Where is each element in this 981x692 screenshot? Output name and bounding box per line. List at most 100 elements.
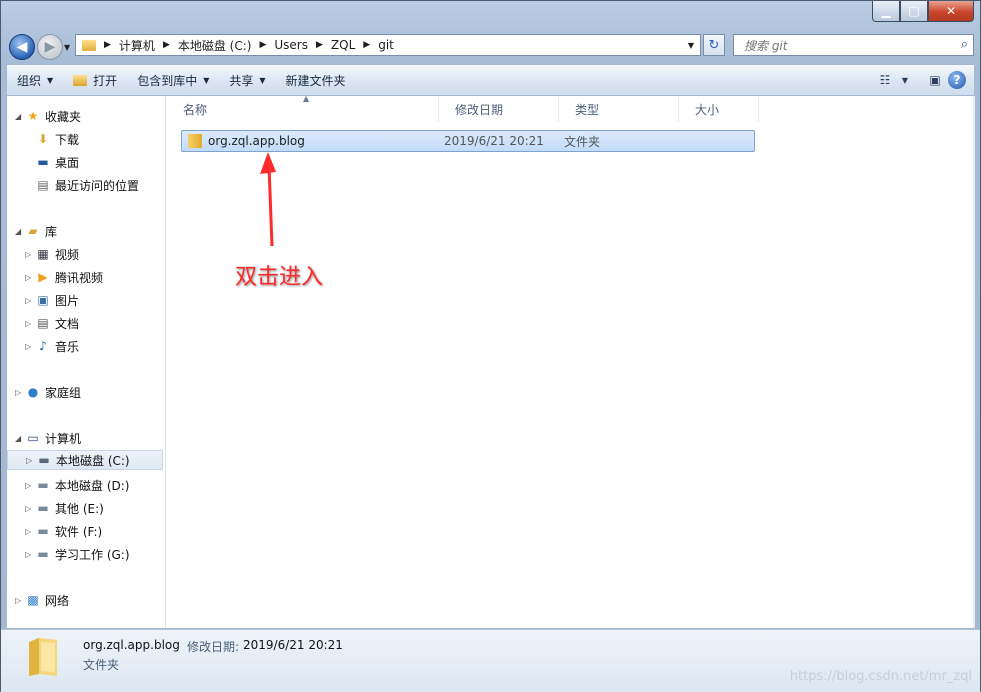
refresh-button[interactable]: ↻ [703,34,725,56]
nav-item-drive-d[interactable]: ▷ ▬ 本地磁盘 (D:) [25,475,129,495]
nav-item-drive-g[interactable]: ▷ ▬ 学习工作 (G:) [25,544,130,564]
downloads-icon: ⬇ [37,132,49,146]
view-dropdown-chevron-icon[interactable]: ▼ [898,68,912,92]
maximize-button[interactable]: □ [900,1,928,22]
annotation-arrow-shaft [267,165,274,247]
nav-item-recent-places[interactable]: ▤ 最近访问的位置 [35,175,139,195]
file-name: org.zql.app.blog [208,134,305,148]
chevron-right-icon[interactable]: ▶ [104,40,111,50]
expand-triangle-icon[interactable]: ▷ [25,296,35,305]
chevron-right-icon[interactable]: ▶ [316,40,323,50]
minimize-button[interactable]: ▁ [872,1,900,22]
file-row[interactable]: org.zql.app.blog 2019/6/21 20:21 文件夹 [181,130,755,152]
chevron-right-icon[interactable]: ▶ [363,40,370,50]
nav-item-downloads[interactable]: ⬇ 下载 [35,129,79,149]
expand-triangle-icon[interactable]: ▷ [26,456,36,465]
organize-menu[interactable]: 组织 ▼ [7,68,63,92]
include-in-library-menu[interactable]: 包含到库中 ▼ [127,68,219,92]
nav-item-desktop[interactable]: ▬ 桌面 [35,152,79,172]
nav-item-videos[interactable]: ▷ ▦ 视频 [25,244,79,264]
expand-triangle-icon[interactable]: ▷ [25,527,35,536]
nav-item-label: 文档 [55,316,80,331]
search-icon[interactable]: ⌕ [961,37,968,52]
column-header-name[interactable]: 名称 [167,96,439,122]
address-history-dropdown[interactable]: ▼ [688,41,694,50]
nav-item-label: 本地磁盘 (D:) [55,478,130,493]
chevron-down-icon: ▼ [203,75,210,85]
breadcrumb-computer[interactable]: 计算机 [119,37,155,54]
explorer-body: ◢ ★ 收藏夹 ⬇ 下载 ▬ 桌面 ▤ 最近访问的位置 ◢ ▰ 库 ▷ ▦ 视频… [6,94,975,629]
nav-item-label: 学习工作 (G:) [55,547,130,562]
nav-network[interactable]: ▷ ▩ 网络 [15,590,69,610]
drive-icon: ▬ [37,501,49,515]
expand-triangle-icon[interactable]: ▷ [25,550,35,559]
nav-item-music[interactable]: ▷ ♪ 音乐 [25,336,79,356]
search-box[interactable]: ⌕ [733,34,974,56]
chevron-right-icon[interactable]: ▶ [163,40,170,50]
details-pane: org.zql.app.blog 修改日期: 2019/6/21 20:21 文… [1,629,980,692]
close-button[interactable]: ✕ [928,1,974,22]
open-button[interactable]: 打开 [63,68,127,92]
address-bar[interactable]: ▶ 计算机 ▶ 本地磁盘 (C:) ▶ Users ▶ ZQL ▶ git ▼ [75,34,701,56]
nav-item-tencent-video[interactable]: ▷ ▶ 腾讯视频 [25,267,103,287]
expand-triangle-icon[interactable]: ▷ [25,273,35,282]
nav-item-drive-e[interactable]: ▷ ▬ 其他 (E:) [25,498,104,518]
scrollbar-track[interactable] [973,96,975,628]
nav-item-label: 本地磁盘 (C:) [56,453,130,468]
help-icon[interactable]: ? [948,71,966,89]
share-menu[interactable]: 共享 ▼ [219,68,275,92]
nav-item-documents[interactable]: ▷ ▤ 文档 [25,313,79,333]
title-bar: ▁ □ ✕ [1,1,980,29]
new-folder-button[interactable]: 新建文件夹 [276,68,356,92]
nav-item-drive-c[interactable]: ▷ ▬ 本地磁盘 (C:) [7,450,163,470]
breadcrumb-users[interactable]: Users [274,38,308,52]
column-header-modified[interactable]: 修改日期 [439,96,559,122]
expand-triangle-icon[interactable]: ▷ [25,481,35,490]
star-icon: ★ [27,109,39,123]
search-input[interactable] [742,36,946,56]
collapse-triangle-icon[interactable]: ◢ [15,227,25,236]
nav-computer[interactable]: ◢ ▭ 计算机 [15,428,81,448]
column-header-type[interactable]: 类型 [559,96,679,122]
column-header-size[interactable]: 大小 [679,96,759,122]
breadcrumb-git[interactable]: git [378,38,394,52]
expand-triangle-icon[interactable]: ▷ [25,504,35,513]
nav-favorites-label: 收藏夹 [45,109,82,124]
nav-favorites[interactable]: ◢ ★ 收藏夹 [15,106,81,126]
breadcrumb-drive-c[interactable]: 本地磁盘 (C:) [178,37,252,54]
chevron-right-icon[interactable]: ▶ [259,40,266,50]
open-label: 打开 [93,73,118,88]
view-options-icon[interactable]: ☷ [872,68,898,92]
nav-item-pictures[interactable]: ▷ ▣ 图片 [25,290,79,310]
expand-triangle-icon[interactable]: ▷ [15,388,25,397]
breadcrumb-zql[interactable]: ZQL [331,38,355,52]
system-drive-icon: ▬ [38,453,50,467]
recent-pages-dropdown[interactable]: ▼ [64,43,70,52]
collapse-triangle-icon[interactable]: ◢ [15,434,25,443]
view-controls: ☷ ▼ ▣ ? [872,68,974,92]
music-icon: ♪ [39,339,47,353]
navigation-row: ◀ ▶ ▼ ▶ 计算机 ▶ 本地磁盘 (C:) ▶ Users ▶ ZQL ▶ … [1,29,980,63]
expand-triangle-icon[interactable]: ▷ [25,342,35,351]
expand-triangle-icon[interactable]: ▷ [25,250,35,259]
details-name: org.zql.app.blog [83,638,180,652]
window-controls: ▁ □ ✕ [872,1,974,22]
forward-button[interactable]: ▶ [37,34,63,60]
expand-triangle-icon[interactable]: ▷ [25,319,35,328]
collapse-triangle-icon[interactable]: ◢ [15,112,25,121]
back-button[interactable]: ◀ [9,34,35,60]
preview-pane-icon[interactable]: ▣ [922,68,948,92]
expand-triangle-icon[interactable]: ▷ [15,596,25,605]
nav-item-label: 视频 [55,247,80,262]
file-list-pane: ▲ 名称 修改日期 类型 大小 org.zql.app.blog 2019/6/… [167,94,975,628]
nav-libraries[interactable]: ◢ ▰ 库 [15,221,57,241]
nav-item-label: 下载 [55,132,80,147]
nav-homegroup[interactable]: ▷ ● 家庭组 [15,382,81,402]
folder-open-icon [73,74,88,86]
nav-item-drive-f[interactable]: ▷ ▬ 软件 (F:) [25,521,102,541]
watermark: https://blog.csdn.net/mr_zql [789,669,972,684]
folder-icon [188,134,202,148]
nav-item-label: 图片 [55,293,80,308]
folder-large-icon [29,638,57,676]
computer-icon: ▭ [27,431,39,445]
